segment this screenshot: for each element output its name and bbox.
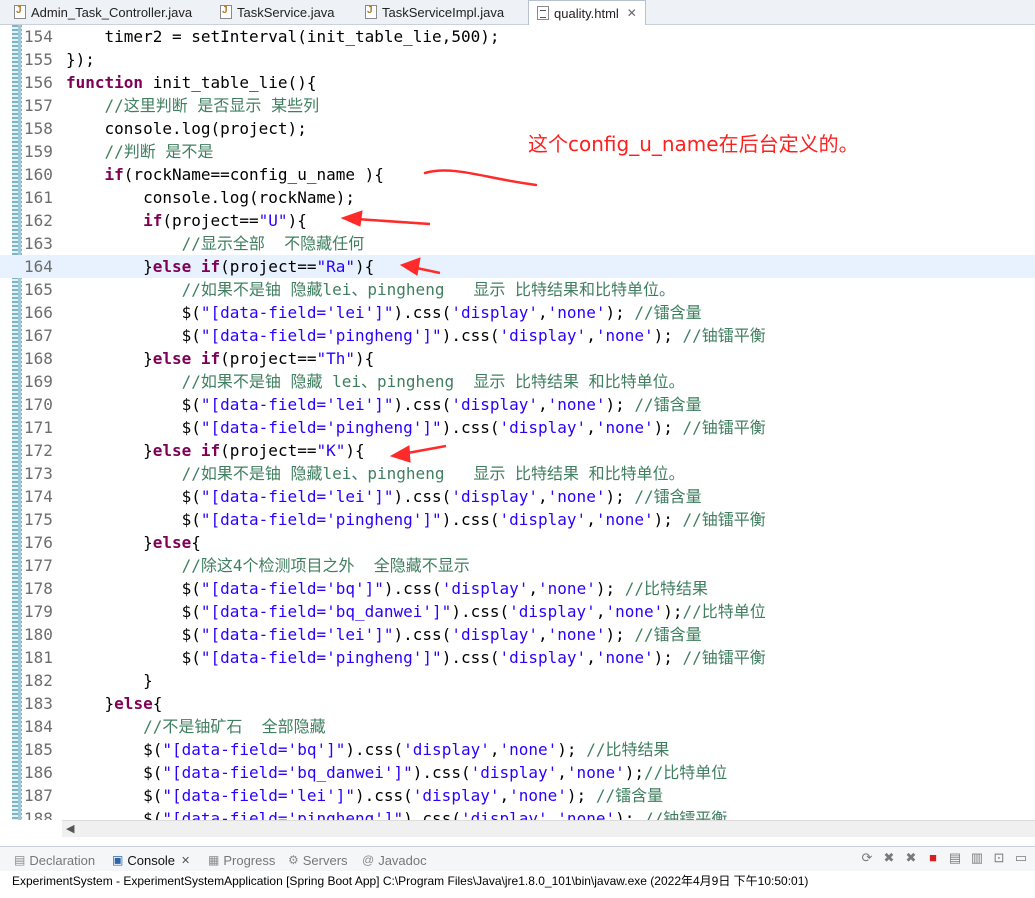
annotation-underline (423, 169, 538, 187)
annotation-arrow-u (340, 210, 431, 227)
tab-quality-html[interactable]: quality.html ✕ (528, 0, 646, 25)
javadoc-icon: @ (362, 853, 375, 867)
scroll-left-icon[interactable]: ◀ (66, 821, 74, 837)
annotation-marks (340, 169, 538, 463)
tab-console[interactable]: ▣ Console ✕ (112, 850, 190, 870)
horizontal-scrollbar[interactable]: ◀ (62, 820, 1035, 837)
console-toolbar: ⟳ ✖ ✖ ■ ▤ ▥ ⊡ ▭ (859, 850, 1029, 866)
html-file-icon (537, 6, 549, 20)
tab-label: Admin_Task_Controller.java (31, 4, 193, 20)
java-file-icon (220, 5, 232, 19)
display-selected-console-icon[interactable]: ▭ (1013, 850, 1029, 866)
java-file-icon (365, 5, 377, 19)
panel-tab-label: Javadoc (378, 852, 427, 868)
tab-declaration[interactable]: ▤ Declaration (14, 850, 95, 870)
tab-javadoc[interactable]: @ Javadoc (362, 850, 427, 870)
tab-admin-task-controller[interactable]: Admin_Task_Controller.java (14, 0, 192, 24)
tab-servers[interactable]: ⚙ Servers (288, 850, 348, 870)
code-editor[interactable]: 154 timer2 = setInterval(init_table_lie,… (0, 25, 1035, 820)
tab-label: TaskService.java (237, 4, 335, 20)
panel-tab-label: Declaration (29, 852, 96, 868)
servers-icon: ⚙ (288, 853, 299, 867)
java-file-icon (14, 5, 26, 19)
panel-tab-label: Servers (302, 852, 348, 868)
tab-task-service-impl[interactable]: TaskServiceImpl.java (365, 0, 504, 24)
close-icon[interactable]: ✕ (627, 6, 637, 20)
close-icon[interactable]: ✕ (181, 854, 190, 867)
declaration-icon: ▤ (14, 853, 26, 867)
tab-label: TaskServiceImpl.java (382, 4, 505, 20)
annotation-arrow-k (389, 444, 447, 463)
editor-tab-bar: Admin_Task_Controller.java TaskService.j… (0, 0, 1035, 25)
tab-progress[interactable]: ▦ Progress (208, 850, 275, 870)
tab-task-service[interactable]: TaskService.java (220, 0, 335, 24)
panel-tab-label: Progress (223, 852, 276, 868)
stop-icon[interactable]: ■ (925, 850, 941, 866)
pin-console-icon[interactable]: ⊡ (991, 850, 1007, 866)
console-output: ExperimentSystem - ExperimentSystemAppli… (12, 874, 809, 888)
tab-label: quality.html (554, 5, 619, 21)
remove-all-terminated-icon[interactable]: ✖ (903, 850, 919, 866)
clear-console-icon[interactable]: ▤ (947, 850, 963, 866)
progress-icon: ▦ (208, 853, 220, 867)
scroll-lock-icon[interactable]: ▥ (969, 850, 985, 866)
panel-tab-label: Console (127, 852, 176, 868)
reconnect-icon[interactable]: ⟳ (859, 850, 875, 866)
console-icon: ▣ (112, 853, 124, 867)
terminate-remove-icon[interactable]: ✖ (881, 850, 897, 866)
annotation-arrow-ra (399, 257, 441, 276)
bottom-panel-tabs: ▤ Declaration ▣ Console ✕ ▦ Progress ⚙ S… (0, 846, 1035, 871)
